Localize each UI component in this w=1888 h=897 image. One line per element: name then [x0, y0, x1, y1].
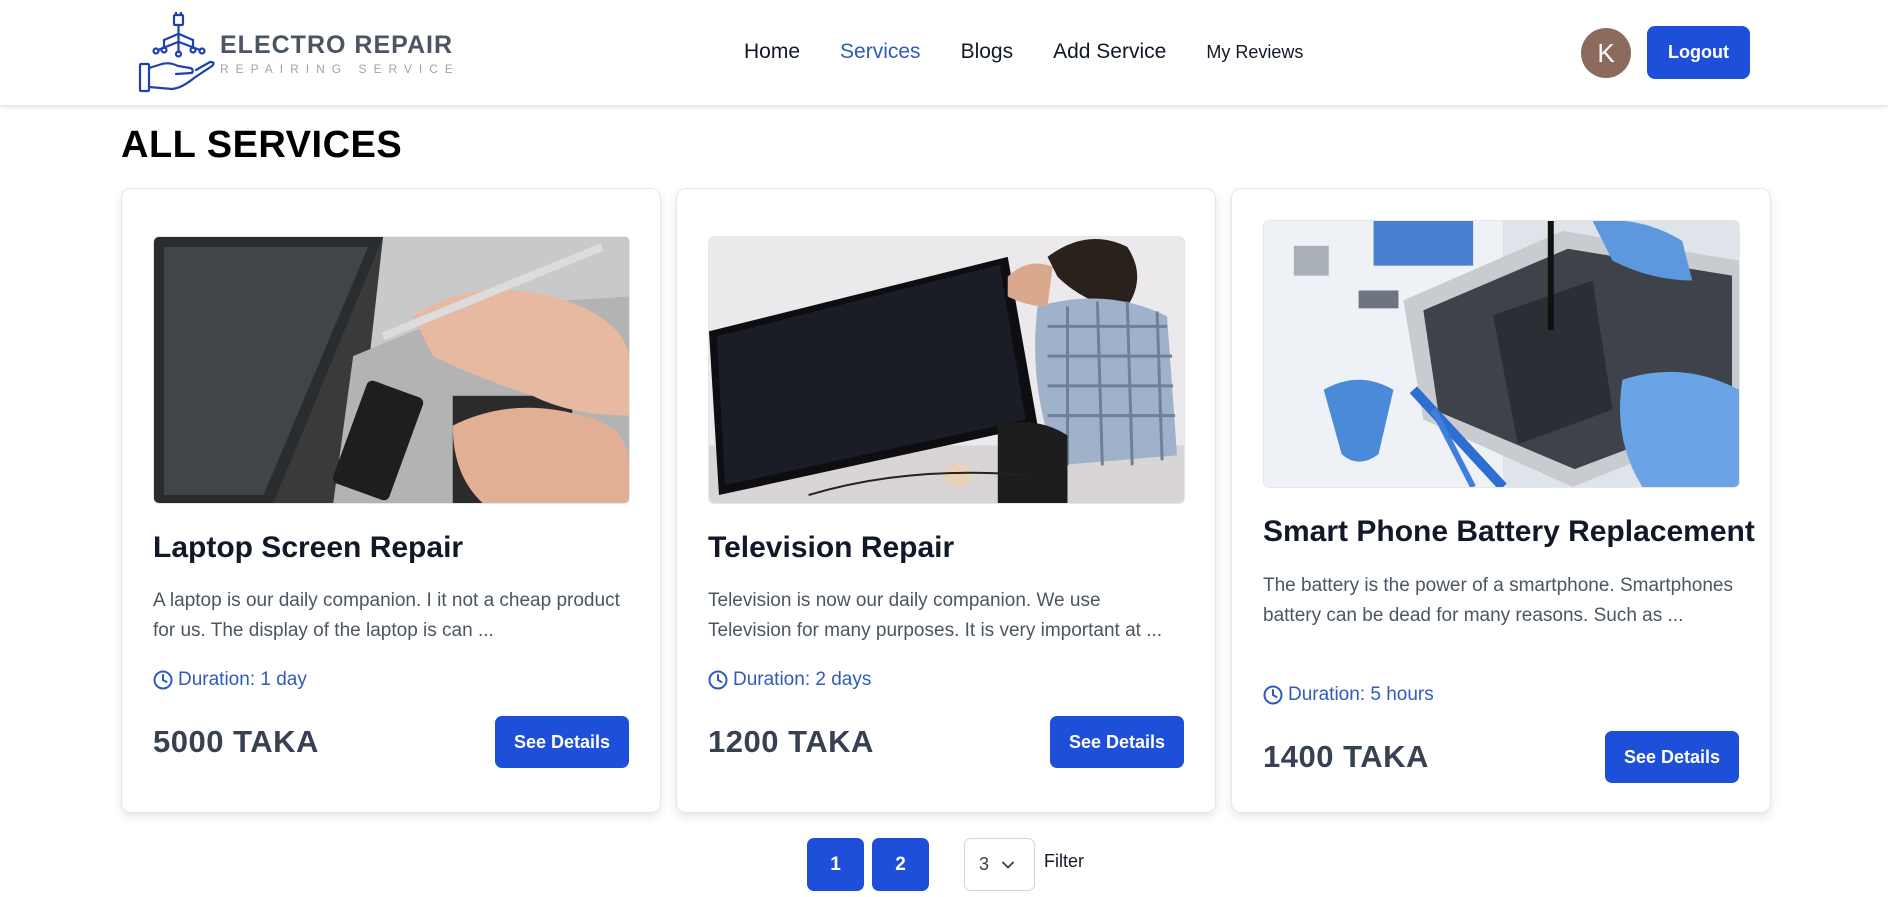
see-details-button[interactable]: See Details: [495, 716, 629, 768]
service-card: Smart Phone Battery Replacement The batt…: [1231, 188, 1771, 813]
navbar: ELECTRO REPAIR REPAIRING SERVICE Home Se…: [0, 0, 1888, 105]
per-page-value: 3: [979, 854, 990, 874]
service-card: Laptop Screen Repair A laptop is our dai…: [121, 188, 661, 813]
clock-icon: [1263, 685, 1283, 705]
nav-add-service[interactable]: Add Service: [1053, 40, 1166, 64]
phone-battery-photo-icon: [1264, 221, 1739, 487]
service-price: 1400 TAKA: [1263, 739, 1429, 774]
service-price: 5000 TAKA: [153, 724, 319, 759]
see-details-button[interactable]: See Details: [1605, 731, 1739, 783]
chevron-down-icon: [1002, 861, 1014, 868]
clock-icon: [708, 670, 728, 690]
service-description: A laptop is our daily companion. I it no…: [153, 590, 620, 641]
clock-icon: [153, 670, 173, 690]
brand-title: ELECTRO REPAIR: [220, 30, 453, 59]
service-card: Television Repair Television is now our …: [676, 188, 1216, 813]
service-price: 1200 TAKA: [708, 724, 874, 759]
service-duration: Duration: 1 day: [153, 669, 307, 691]
page-button-2[interactable]: 2: [872, 838, 929, 891]
service-title: Smart Phone Battery Replacement: [1263, 515, 1755, 548]
service-duration: Duration: 2 days: [708, 669, 871, 691]
nav-blogs[interactable]: Blogs: [961, 40, 1014, 64]
laptop-repair-photo-icon: [154, 237, 629, 503]
plug-hand-logo-icon: [138, 12, 215, 93]
nav-my-reviews[interactable]: My Reviews: [1206, 42, 1303, 63]
service-image: [708, 236, 1185, 504]
service-image: [153, 236, 630, 504]
service-title: Television Repair: [708, 531, 955, 564]
see-details-button[interactable]: See Details: [1050, 716, 1184, 768]
service-title: Laptop Screen Repair: [153, 531, 464, 564]
per-page-select[interactable]: 3: [964, 838, 1035, 891]
brand-subtitle: REPAIRING SERVICE: [220, 61, 460, 76]
service-duration: Duration: 5 hours: [1263, 684, 1434, 706]
service-image: [1263, 220, 1740, 488]
television-repair-photo-icon: [709, 237, 1184, 503]
main-nav: Home Services Blogs Add Service My Revie…: [744, 40, 1303, 64]
service-description: The battery is the power of a smartphone…: [1263, 575, 1733, 626]
duration-text: Duration: 5 hours: [1288, 684, 1434, 705]
nav-services[interactable]: Services: [840, 40, 921, 64]
page-button-1[interactable]: 1: [807, 838, 864, 891]
nav-home[interactable]: Home: [744, 40, 800, 64]
user-avatar[interactable]: K: [1581, 28, 1631, 78]
logout-button[interactable]: Logout: [1647, 26, 1750, 79]
filter-label: Filter: [1044, 851, 1084, 871]
service-description: Television is now our daily companion. W…: [708, 590, 1163, 641]
duration-text: Duration: 2 days: [733, 669, 872, 690]
brand-logo[interactable]: ELECTRO REPAIR REPAIRING SERVICE: [138, 12, 460, 94]
page-title: ALL SERVICES: [121, 124, 403, 166]
duration-text: Duration: 1 day: [178, 669, 307, 690]
